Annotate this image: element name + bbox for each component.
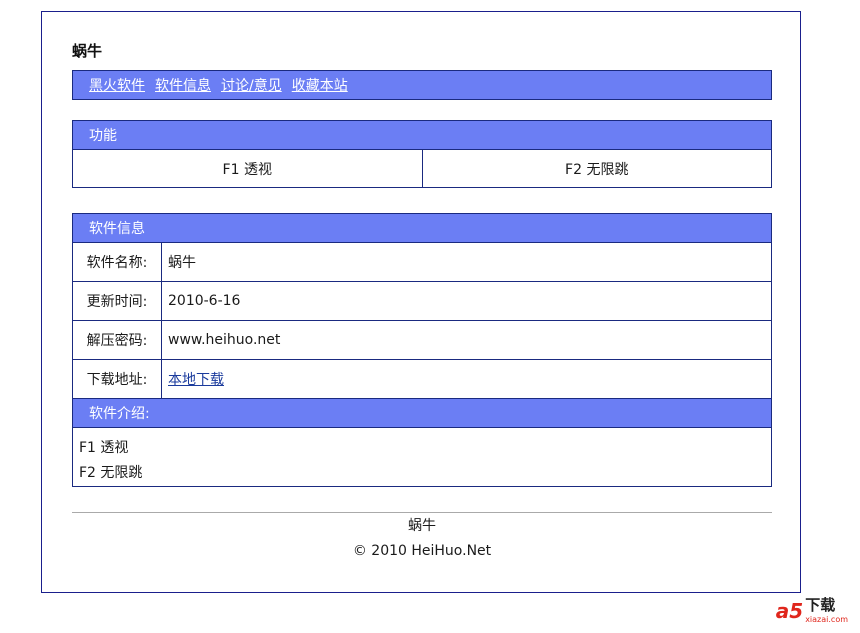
intro-header: 软件介绍:: [73, 399, 771, 428]
features-header: 功能: [73, 121, 771, 150]
intro-line: F1 透视: [79, 440, 129, 456]
nav-link-bookmark-site[interactable]: 收藏本站: [292, 75, 348, 95]
info-value: www.heihuo.net: [168, 332, 281, 348]
top-navbar: 黑火软件 软件信息 讨论/意见 收藏本站: [72, 70, 772, 100]
software-info-header: 软件信息: [73, 214, 771, 243]
footer-divider: [72, 512, 772, 513]
info-value: 2010-6-16: [168, 293, 241, 309]
info-row-updated: 更新时间: 2010-6-16: [73, 282, 771, 321]
info-row-name: 软件名称: 蜗牛: [73, 243, 771, 282]
info-row-password: 解压密码: www.heihuo.net: [73, 321, 771, 360]
watermark-main-text: 下载: [805, 596, 836, 614]
info-label: 软件名称:: [73, 243, 162, 281]
info-value-cell: 本地下载: [162, 360, 771, 398]
info-label: 下载地址:: [73, 360, 162, 398]
page-title: 蜗牛: [72, 42, 103, 60]
nav-link-discussion[interactable]: 讨论/意见: [221, 75, 282, 95]
feature-item: F2 无限跳: [421, 150, 772, 187]
nav-link-software-info[interactable]: 软件信息: [155, 75, 211, 95]
intro-body: F1 透视 F2 无限跳: [73, 428, 771, 494]
info-value: 蜗牛: [168, 255, 196, 271]
features-row: F1 透视 F2 无限跳: [73, 150, 771, 187]
info-label: 解压密码:: [73, 321, 162, 359]
features-panel: 功能 F1 透视 F2 无限跳: [72, 120, 772, 188]
software-info-panel: 软件信息 软件名称: 蜗牛 更新时间: 2010-6-16 解压密码: www.…: [72, 213, 772, 487]
a5-logo-icon: a5: [775, 599, 804, 623]
feature-item: F1 透视: [222, 161, 272, 178]
local-download-link[interactable]: 本地下载: [168, 369, 224, 389]
info-label: 更新时间:: [73, 282, 162, 320]
footer-app-name: 蜗牛: [408, 518, 436, 534]
intro-line: F2 无限跳: [79, 465, 143, 481]
info-row-download: 下载地址: 本地下载: [73, 360, 771, 399]
footer-copyright: © 2010 HeiHuo.Net: [352, 543, 492, 559]
nav-link-heihuo-software[interactable]: 黑火软件: [89, 75, 145, 95]
watermark-sub-text: xiazai.com: [805, 615, 848, 624]
watermark-text: 下载 xiazai.com: [805, 597, 848, 625]
watermark-logo: a5 下载 xiazai.com: [776, 597, 848, 625]
